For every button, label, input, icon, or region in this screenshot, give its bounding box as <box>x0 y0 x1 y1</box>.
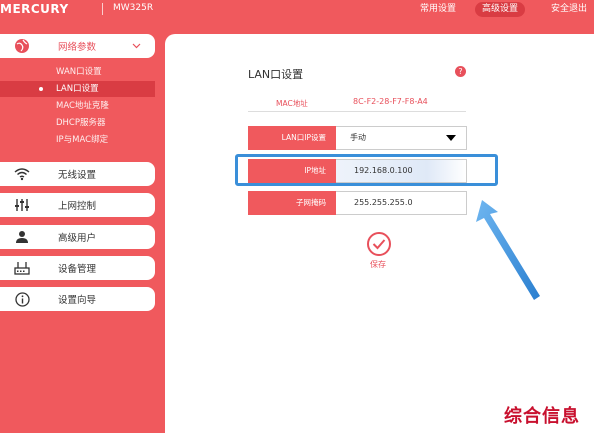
menu-label: 高级用户 <box>58 233 97 244</box>
globe-icon <box>12 38 32 54</box>
subitem-wan[interactable]: WAN口设置 <box>0 64 155 80</box>
annotation-arrow <box>476 200 540 300</box>
lan-ip-mode-select[interactable]: 手动 <box>336 126 467 150</box>
active-dot <box>39 87 43 91</box>
menu-wireless[interactable]: 无线设置 <box>0 162 155 186</box>
mac-address-row: MAC地址 8C-F2-28-F7-F8-A4 <box>248 93 466 112</box>
router-icon <box>12 260 32 276</box>
user-icon <box>12 229 32 245</box>
select-value: 手动 <box>350 133 366 142</box>
mac-value: 8C-F2-28-F7-F8-A4 <box>353 97 428 106</box>
subitem-lan[interactable]: LAN口设置 <box>0 81 155 97</box>
top-bar: MERCURY MW325R 常用设置 高级设置 安全退出 <box>0 0 594 20</box>
subitem-mac-clone[interactable]: MAC地址克隆 <box>0 98 155 114</box>
field-label: 子网掩码 <box>248 191 336 215</box>
menu-label: 网络参数 <box>58 42 97 53</box>
menu-device-management[interactable]: 设备管理 <box>0 256 155 280</box>
save-label: 保存 <box>370 260 386 269</box>
wifi-icon <box>12 166 32 182</box>
mac-label: MAC地址 <box>276 99 308 108</box>
subnet-mask-row: 子网掩码 255.255.255.0 <box>248 191 467 215</box>
brand-logo: MERCURY <box>0 2 69 16</box>
menu-setup-wizard[interactable]: 设置向导 <box>0 287 155 311</box>
subnet-mask-input[interactable]: 255.255.255.0 <box>336 191 467 215</box>
model-name: MW325R <box>113 3 154 13</box>
tab-common-settings[interactable]: 常用设置 <box>413 2 463 17</box>
subitem-ip-mac-bind[interactable]: IP与MAC绑定 <box>0 132 155 148</box>
menu-label: 无线设置 <box>58 170 97 181</box>
check-icon <box>372 239 386 250</box>
subitem-dhcp[interactable]: DHCP服务器 <box>0 115 155 131</box>
menu-label: 设置向导 <box>58 295 97 306</box>
tab-logout[interactable]: 安全退出 <box>544 2 594 17</box>
field-label: LAN口IP设置 <box>248 126 336 150</box>
tab-advanced-settings[interactable]: 高级设置 <box>475 2 526 17</box>
save-button[interactable] <box>367 232 391 256</box>
page-title: LAN口设置 <box>248 68 304 81</box>
menu-label: 上网控制 <box>58 201 97 212</box>
watermark-text: 综合信息 <box>504 406 580 427</box>
menu-advanced-user[interactable]: 高级用户 <box>0 225 155 249</box>
menu-access-control[interactable]: 上网控制 <box>0 193 155 217</box>
highlight-callout <box>235 154 498 186</box>
logo-divider <box>102 3 103 15</box>
lan-ip-mode-row: LAN口IP设置 手动 <box>248 126 467 150</box>
dropdown-arrow-icon <box>446 135 456 141</box>
info-icon <box>12 291 32 307</box>
sliders-icon <box>12 197 32 213</box>
help-icon[interactable]: ? <box>455 66 466 77</box>
menu-network-params[interactable]: 网络参数 <box>0 34 155 58</box>
subitem-label: LAN口设置 <box>56 84 99 94</box>
menu-label: 设备管理 <box>58 264 97 275</box>
chevron-down-icon <box>132 43 141 49</box>
